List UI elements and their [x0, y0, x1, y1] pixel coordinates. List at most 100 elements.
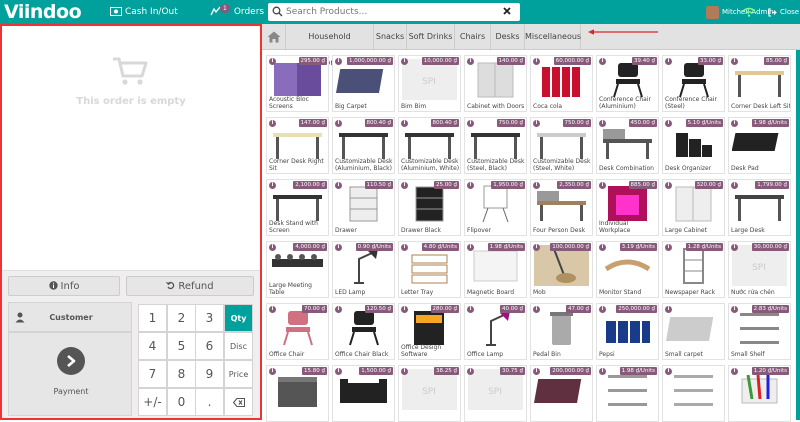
product-card[interactable]: i 5.10 ₫/Units Desk Organizer — [662, 117, 725, 174]
numpad-key[interactable]: 1 — [138, 304, 167, 332]
product-card[interactable]: i 450.00 ₫ Desk Combination — [596, 117, 659, 174]
numpad-mode-price[interactable]: Price — [224, 360, 253, 388]
product-info-icon[interactable]: i — [665, 306, 672, 313]
product-info-icon[interactable]: i — [269, 58, 276, 65]
refund-button[interactable]: Refund — [126, 276, 254, 296]
product-card[interactable]: i 85.00 ₫ Corner Desk Left Sit — [728, 55, 791, 112]
product-card[interactable]: i 800.40 ₫ Customizable Desk (Aluminium, W… — [398, 117, 461, 174]
numpad-key[interactable]: 2 — [167, 304, 196, 332]
numpad-backspace[interactable] — [224, 388, 253, 416]
product-info-icon[interactable]: i — [665, 244, 672, 251]
product-info-icon[interactable]: i — [665, 182, 672, 189]
product-info-icon[interactable]: i — [665, 368, 672, 375]
product-info-icon[interactable]: i — [731, 306, 738, 313]
numpad-key[interactable]: +/- — [138, 388, 167, 416]
close-session-button[interactable]: Close — [768, 0, 799, 24]
product-info-icon[interactable]: i — [269, 368, 276, 375]
product-card[interactable]: i 100,000.00 ₫ Mob — [530, 241, 593, 298]
clear-search-icon[interactable] — [502, 6, 512, 16]
product-info-icon[interactable]: i — [533, 182, 540, 189]
product-card[interactable]: i 1,950.00 ₫ Flipover — [464, 179, 527, 236]
product-card[interactable]: i 750.00 ₫ Customizable Desk (Steel, White… — [530, 117, 593, 174]
home-category-button[interactable] — [262, 24, 286, 50]
product-info-icon[interactable]: i — [599, 58, 606, 65]
product-info-icon[interactable]: i — [533, 368, 540, 375]
product-info-icon[interactable]: i — [599, 368, 606, 375]
product-card[interactable]: i 1,500.00 ₫ — [332, 365, 395, 422]
product-info-icon[interactable]: i — [269, 306, 276, 313]
product-info-icon[interactable]: i — [335, 182, 342, 189]
numpad-key[interactable]: 8 — [167, 360, 196, 388]
product-info-icon[interactable]: i — [599, 182, 606, 189]
product-info-icon[interactable]: i — [731, 120, 738, 127]
product-info-icon[interactable]: i — [401, 306, 408, 313]
payment-button[interactable]: Payment — [8, 332, 132, 416]
product-info-icon[interactable]: i — [335, 120, 342, 127]
product-info-icon[interactable]: i — [467, 120, 474, 127]
category-desks[interactable]: Desks — [491, 24, 525, 50]
product-card[interactable]: i 1,799.00 ₫ Large Desk — [728, 179, 791, 236]
numpad-key[interactable]: . — [195, 388, 224, 416]
product-card[interactable]: i — [662, 365, 725, 422]
product-card[interactable]: i 4.80 ₫/Units Letter Tray — [398, 241, 461, 298]
customer-button[interactable]: Customer — [8, 302, 132, 332]
numpad-mode-disc[interactable]: Disc — [224, 332, 253, 360]
product-info-icon[interactable]: i — [533, 120, 540, 127]
product-card[interactable]: i 800.40 ₫ Customizable Desk (Aluminium, B… — [332, 117, 395, 174]
product-card[interactable]: i 1.98 ₫/Units — [596, 365, 659, 422]
category-miscellaneous[interactable]: Miscellaneous — [525, 24, 581, 50]
product-card[interactable]: SPI i 30,000.00 ₫ Nước rửa chén — [728, 241, 791, 298]
product-info-icon[interactable]: i — [335, 306, 342, 313]
numpad-key[interactable]: 9 — [195, 360, 224, 388]
product-card[interactable]: i 4,000.00 ₫ Large Meeting Table — [266, 241, 329, 298]
product-card[interactable]: i 750.00 ₫ Customizable Desk (Steel, Black… — [464, 117, 527, 174]
product-card[interactable]: i 47.00 ₫ Pedal Bin — [530, 303, 593, 360]
product-info-icon[interactable]: i — [731, 244, 738, 251]
category-snacks[interactable]: Snacks — [374, 24, 407, 50]
category-chairs[interactable]: Chairs — [455, 24, 491, 50]
numpad-key[interactable]: 4 — [138, 332, 167, 360]
product-card[interactable]: i 40.00 ₫ Office Lamp — [464, 303, 527, 360]
numpad-key[interactable]: 7 — [138, 360, 167, 388]
product-info-icon[interactable]: i — [533, 306, 540, 313]
product-card[interactable]: i 110.50 ₫ Drawer — [332, 179, 395, 236]
product-info-icon[interactable]: i — [533, 58, 540, 65]
product-card[interactable]: i 15.80 ₫ — [266, 365, 329, 422]
product-info-icon[interactable]: i — [599, 306, 606, 313]
category-household-equipment[interactable]: Household equipment — [286, 24, 374, 67]
product-card[interactable]: i 1.98 ₫/Units Magnetic Board — [464, 241, 527, 298]
product-card[interactable]: i 2.83 ₫/Units Small Shelf — [728, 303, 791, 360]
product-card[interactable]: i 200,000.00 ₫ — [530, 365, 593, 422]
numpad-key[interactable]: 3 — [195, 304, 224, 332]
cash-in-out-button[interactable]: Cash In/Out — [110, 0, 178, 24]
product-card[interactable]: i 1.20 ₫/Units — [728, 365, 791, 422]
product-card[interactable]: i Small carpet — [662, 303, 725, 360]
category-soft-drinks[interactable]: Soft Drinks — [407, 24, 455, 50]
product-info-icon[interactable]: i — [665, 58, 672, 65]
product-card[interactable]: i 3.19 ₫/Units Monitor Stand — [596, 241, 659, 298]
product-card[interactable]: i 140.00 ₫ Cabinet with Doors — [464, 55, 527, 112]
product-card[interactable]: i 25.00 ₫ Drawer Black — [398, 179, 461, 236]
user-menu[interactable]: Mitchell Admin — [706, 0, 774, 24]
product-info-icon[interactable]: i — [731, 182, 738, 189]
numpad-key[interactable]: 6 — [195, 332, 224, 360]
search-input[interactable] — [286, 5, 496, 19]
product-info-icon[interactable]: i — [401, 182, 408, 189]
product-info-icon[interactable]: i — [335, 368, 342, 375]
product-info-icon[interactable]: i — [467, 306, 474, 313]
product-info-icon[interactable]: i — [401, 120, 408, 127]
product-info-icon[interactable]: i — [401, 244, 408, 251]
product-info-icon[interactable]: i — [665, 120, 672, 127]
product-card[interactable]: i 70.00 ₫ Office Chair — [266, 303, 329, 360]
numpad-mode-qty[interactable]: Qty — [224, 304, 253, 332]
product-info-icon[interactable]: i — [731, 58, 738, 65]
product-info-icon[interactable]: i — [269, 182, 276, 189]
product-info-icon[interactable]: i — [401, 368, 408, 375]
product-card[interactable]: i 320.00 ₫ Large Cabinet — [662, 179, 725, 236]
product-card[interactable]: i 147.00 ₫ Corner Desk Right Sit — [266, 117, 329, 174]
orders-button[interactable]: 1 Orders — [210, 0, 264, 24]
product-info-icon[interactable]: i — [467, 182, 474, 189]
product-card[interactable]: i 885.00 ₫ Individual Workplace — [596, 179, 659, 236]
product-info-icon[interactable]: i — [533, 244, 540, 251]
product-info-icon[interactable]: i — [467, 58, 474, 65]
